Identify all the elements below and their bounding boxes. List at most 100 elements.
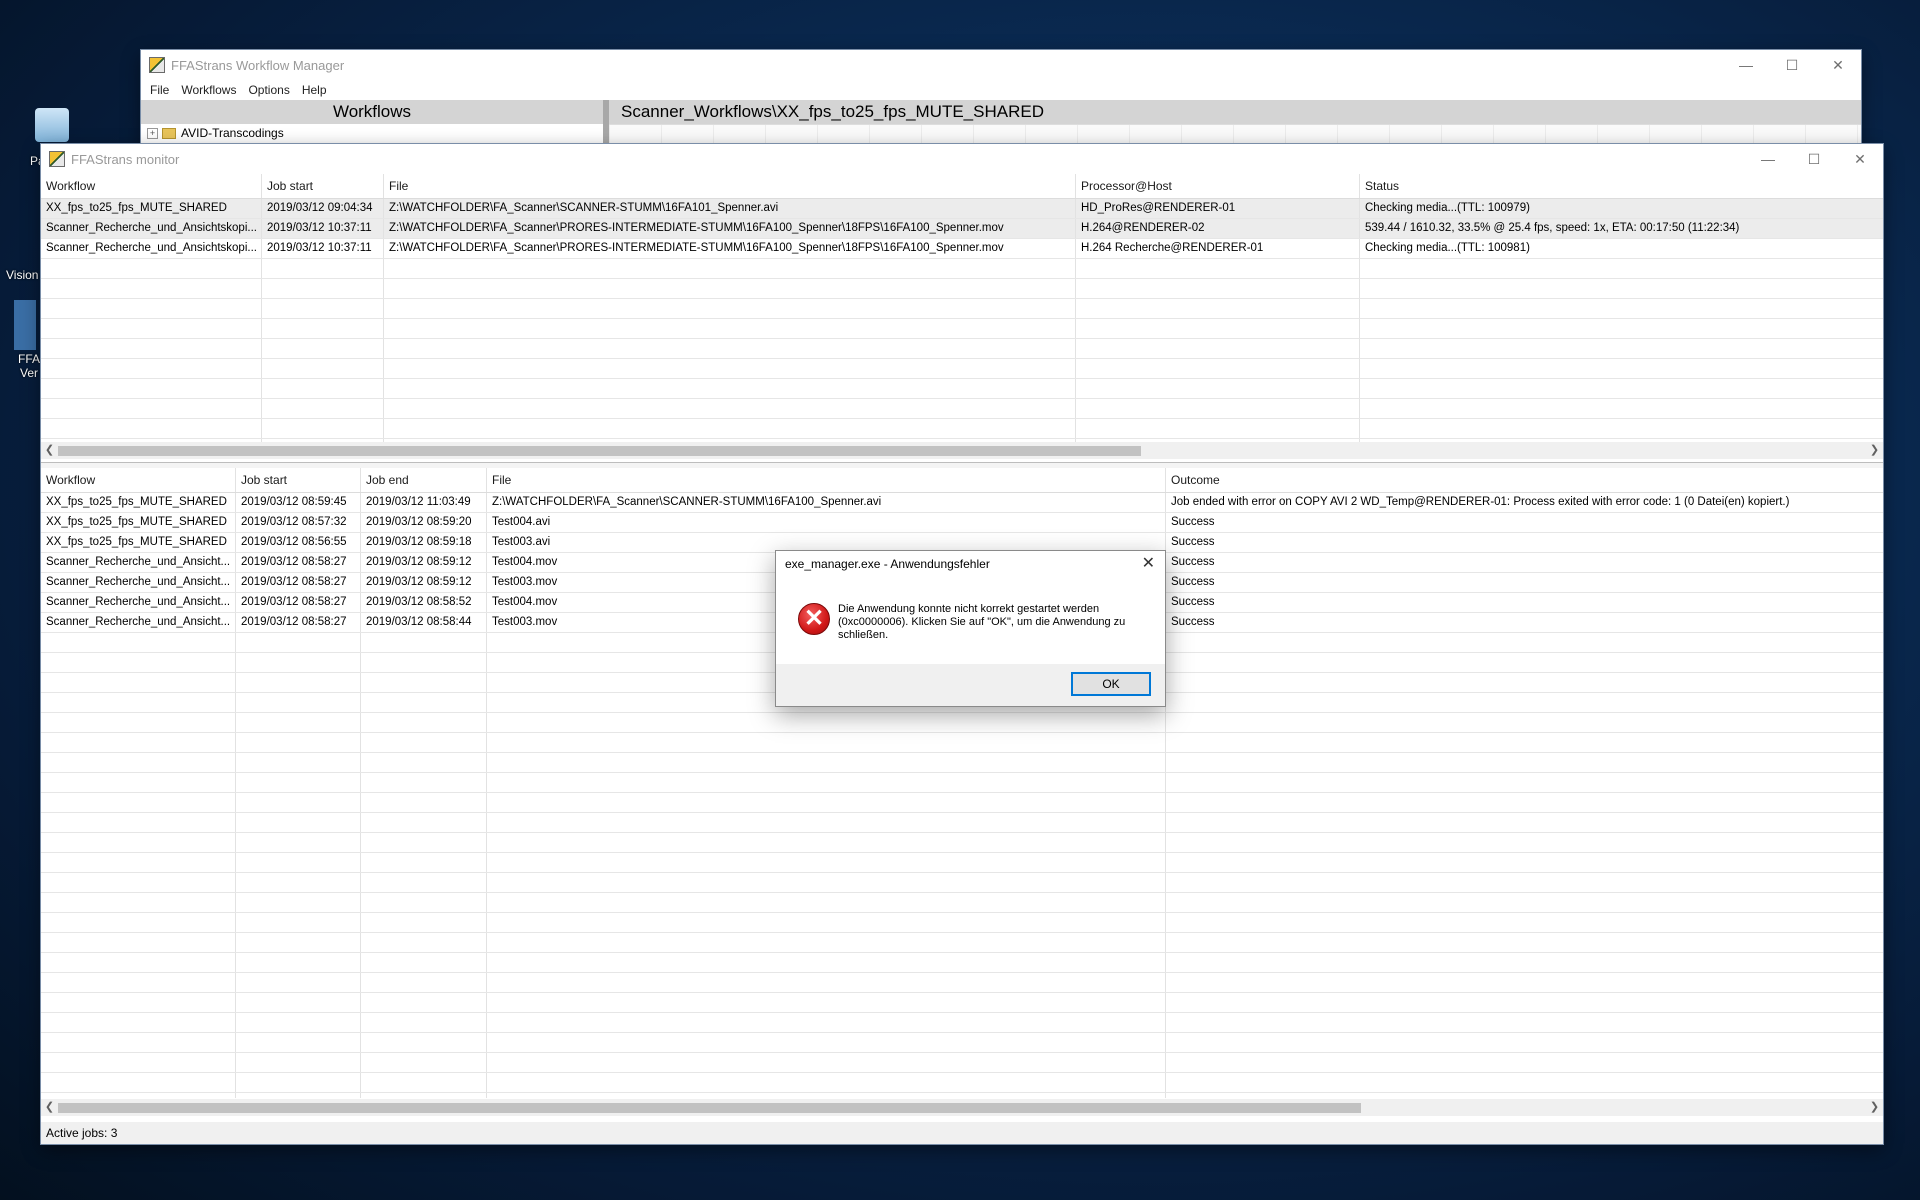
table-row[interactable]: XX_fps_to25_fps_MUTE_SHARED 2019/03/12 09… <box>41 199 1883 219</box>
menu-options[interactable]: Options <box>242 83 295 97</box>
menu-workflows[interactable]: Workflows <box>175 83 242 97</box>
table-row[interactable]: Scanner_Recherche_und_Ansichtskopi... 201… <box>41 219 1883 239</box>
cell-outcome <box>1166 893 1883 912</box>
cell-job-start <box>236 773 361 792</box>
scroll-right-icon[interactable]: ❯ <box>1866 1099 1883 1116</box>
menu-help[interactable]: Help <box>296 83 333 97</box>
close-icon[interactable]: ✕ <box>1837 144 1883 174</box>
cell-file <box>384 319 1076 338</box>
scroll-left-icon[interactable]: ❮ <box>41 1099 58 1116</box>
column-header-outcome[interactable]: Outcome <box>1166 468 1883 492</box>
cell-processor <box>1076 339 1360 358</box>
cell-outcome <box>1166 773 1883 792</box>
cell-job-end: 2019/03/12 11:03:49 <box>361 493 487 512</box>
desktop-icon-recycle-bin[interactable]: Pa <box>24 108 80 168</box>
monitor-titlebar[interactable]: FFAStrans monitor — ☐ ✕ <box>41 144 1883 174</box>
cell-outcome: Job ended with error on COPY AVI 2 WD_Te… <box>1171 496 1790 508</box>
cell-job-start: 2019/03/12 10:37:11 <box>262 239 384 258</box>
cell-job-end <box>361 773 487 792</box>
table-row[interactable]: XX_fps_to25_fps_MUTE_SHARED 2019/03/12 08… <box>41 493 1883 513</box>
scroll-thumb[interactable] <box>58 1103 1361 1113</box>
ok-button[interactable]: OK <box>1071 672 1151 696</box>
cell-job-end <box>361 833 487 852</box>
close-icon[interactable]: ✕ <box>1815 50 1861 80</box>
table-row[interactable]: Scanner_Recherche_und_Ansichtskopi... 201… <box>41 239 1883 259</box>
column-header-job-start[interactable]: Job start <box>236 468 361 492</box>
cell-job-start <box>236 793 361 812</box>
cell-job-start <box>236 753 361 772</box>
cell-workflow: Scanner_Recherche_und_Ansichtskopi... <box>41 219 262 238</box>
cell-workflow <box>41 299 262 318</box>
close-icon[interactable]: ✕ <box>1142 553 1155 573</box>
cell-workflow <box>41 1093 236 1098</box>
cell-workflow <box>41 1073 236 1092</box>
cell-processor <box>1076 419 1360 438</box>
empty-table-row <box>41 873 1883 893</box>
tree-item-avid[interactable]: + AVID-Transcodings <box>141 124 603 142</box>
cell-job-end <box>361 733 487 752</box>
maximize-icon[interactable]: ☐ <box>1791 144 1837 174</box>
desktop-icon-vision[interactable]: Vision <box>6 268 38 282</box>
cell-file: Z:\WATCHFOLDER\FA_Scanner\PRORES-INTERME… <box>384 219 1076 238</box>
cell-job-end: 2019/03/12 08:59:18 <box>361 533 487 552</box>
empty-table-row <box>41 299 1883 319</box>
cell-workflow <box>41 319 262 338</box>
cell-workflow <box>41 733 236 752</box>
cell-job-start <box>262 319 384 338</box>
column-header-workflow[interactable]: Workflow <box>41 468 236 492</box>
desktop-icon-ffastrans[interactable]: FFA Ver <box>14 300 44 380</box>
cell-file <box>487 953 1166 972</box>
cell-job-start: 2019/03/12 10:37:11 <box>262 219 384 238</box>
scroll-left-icon[interactable]: ❮ <box>41 442 58 459</box>
cell-outcome <box>1166 713 1883 732</box>
scroll-right-icon[interactable]: ❯ <box>1866 442 1883 459</box>
cell-outcome: Success <box>1171 536 1215 548</box>
minimize-icon[interactable]: — <box>1723 50 1769 80</box>
cell-status: Checking media...(TTL: 100981) <box>1365 242 1530 254</box>
cell-file <box>487 933 1166 952</box>
column-header-status[interactable]: Status <box>1360 174 1880 198</box>
cell-file <box>487 833 1166 852</box>
table-row[interactable]: XX_fps_to25_fps_MUTE_SHARED 2019/03/12 08… <box>41 513 1883 533</box>
cell-file <box>487 993 1166 1012</box>
cell-job-start <box>236 1033 361 1052</box>
menu-file[interactable]: File <box>144 83 175 97</box>
manager-titlebar[interactable]: FFAStrans Workflow Manager — ☐ ✕ <box>141 50 1861 80</box>
cell-job-end <box>361 933 487 952</box>
maximize-icon[interactable]: ☐ <box>1769 50 1815 80</box>
expand-plus-icon[interactable]: + <box>147 127 158 139</box>
empty-table-row <box>41 973 1883 993</box>
workflow-path-header: Scanner_Workflows\XX_fps_to25_fps_MUTE_S… <box>609 100 1861 124</box>
column-header-job-end[interactable]: Job end <box>361 468 487 492</box>
cell-outcome: Success <box>1171 576 1215 588</box>
minimize-icon[interactable]: — <box>1745 144 1791 174</box>
column-header-processor[interactable]: Processor@Host <box>1076 174 1360 198</box>
cell-job-start <box>262 299 384 318</box>
cell-job-start: 2019/03/12 08:58:27 <box>236 613 361 632</box>
active-jobs-hscrollbar[interactable]: ❮ ❯ <box>41 442 1883 459</box>
error-dialog[interactable]: exe_manager.exe - Anwendungsfehler ✕ ✕ D… <box>775 550 1166 707</box>
cell-status <box>1360 359 1880 378</box>
empty-table-row <box>41 399 1883 419</box>
empty-table-row <box>41 1073 1883 1093</box>
empty-table-row <box>41 793 1883 813</box>
cell-workflow: XX_fps_to25_fps_MUTE_SHARED <box>41 199 262 218</box>
cell-job-end <box>361 973 487 992</box>
cell-job-start: 2019/03/12 08:58:27 <box>236 593 361 612</box>
column-header-file[interactable]: File <box>487 468 1166 492</box>
job-history-hscrollbar[interactable]: ❮ ❯ <box>41 1099 1883 1116</box>
cell-job-end <box>361 913 487 932</box>
column-header-workflow[interactable]: Workflow <box>41 174 262 198</box>
cell-outcome <box>1166 833 1883 852</box>
scroll-thumb[interactable] <box>58 446 1141 456</box>
cell-status <box>1360 339 1880 358</box>
cell-job-start <box>236 733 361 752</box>
cell-file <box>487 1053 1166 1072</box>
column-header-file[interactable]: File <box>384 174 1076 198</box>
column-header-job-start[interactable]: Job start <box>262 174 384 198</box>
cell-file: Z:\WATCHFOLDER\FA_Scanner\SCANNER-STUMM\… <box>384 199 1076 218</box>
cell-workflow <box>41 399 262 418</box>
empty-table-row <box>41 1033 1883 1053</box>
cell-job-start <box>262 359 384 378</box>
active-jobs-table[interactable]: Workflow Job start File Processor@Host S… <box>41 174 1883 463</box>
